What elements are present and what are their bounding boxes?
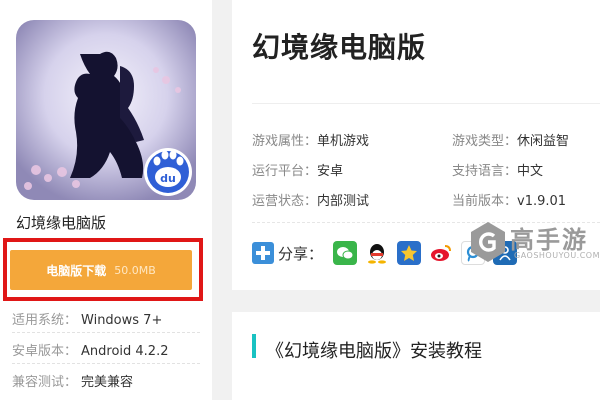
- page-title: 幻境缘电脑版: [252, 31, 427, 64]
- info-value: 中文: [517, 164, 544, 179]
- spec-value: Android 4.2.2: [81, 344, 169, 359]
- app-title: 幻境缘电脑版: [16, 214, 107, 232]
- brand-watermark: 高手游 GAOSHOUYOU.COM: [468, 218, 600, 268]
- spec-android: 安卓版本： Android 4.2.2: [12, 340, 169, 359]
- info-attribute: 游戏属性：单机游戏: [252, 130, 369, 149]
- spec-label: 适用系统：: [12, 313, 78, 328]
- spec-value: 完美兼容: [81, 375, 134, 390]
- brand-domain: GAOSHOUYOU.COM: [514, 251, 600, 260]
- info-label: 运行平台：: [252, 164, 318, 179]
- spec-divider: [12, 332, 200, 333]
- info-platform: 运行平台：安卓: [252, 160, 343, 179]
- brand-name: 高手游: [510, 226, 588, 254]
- spec-label: 兼容测试：: [12, 375, 78, 390]
- tutorial-title[interactable]: 《幻境缘电脑版》安装教程: [266, 337, 482, 363]
- pc-download-button[interactable]: 电脑版下载 50.0MB: [10, 250, 192, 290]
- weibo-icon[interactable]: [429, 241, 454, 265]
- spec-compat: 兼容测试： 完美兼容: [12, 371, 133, 390]
- share-label: 分享：: [278, 244, 324, 263]
- app-icon[interactable]: du: [16, 20, 196, 200]
- title-divider: [252, 103, 600, 104]
- info-label: 支持语言：: [452, 164, 518, 179]
- info-label: 游戏类型：: [452, 134, 518, 149]
- info-value: v1.9.01: [517, 194, 567, 209]
- wechat-icon[interactable]: [333, 241, 358, 265]
- baidu-badge-text: du: [160, 172, 176, 185]
- spec-value: Windows 7+: [81, 313, 163, 328]
- info-value: 安卓: [317, 164, 344, 179]
- info-language: 支持语言：中文: [452, 160, 543, 179]
- info-label: 游戏属性：: [252, 134, 318, 149]
- info-value: 内部测试: [317, 194, 370, 209]
- qzone-icon[interactable]: [397, 241, 422, 265]
- spec-divider: [12, 363, 200, 364]
- info-label: 运营状态：: [252, 194, 318, 209]
- info-value: 单机游戏: [317, 134, 370, 149]
- download-size: 50.0MB: [114, 263, 156, 277]
- download-label: 电脑版下载: [46, 263, 107, 278]
- brand-logo-icon: [471, 222, 505, 262]
- spec-os: 适用系统： Windows 7+: [12, 309, 162, 328]
- spec-label: 安卓版本：: [12, 344, 78, 359]
- info-status: 运营状态：内部测试: [252, 190, 369, 209]
- section-accent-bar: [252, 334, 256, 358]
- info-version: 当前版本：v1.9.01: [452, 190, 566, 209]
- qq-icon[interactable]: [365, 241, 390, 265]
- share-plus-icon[interactable]: [252, 242, 274, 264]
- info-type: 游戏类型：休闲益智: [452, 130, 569, 149]
- info-value: 休闲益智: [517, 134, 570, 149]
- info-label: 当前版本：: [452, 194, 518, 209]
